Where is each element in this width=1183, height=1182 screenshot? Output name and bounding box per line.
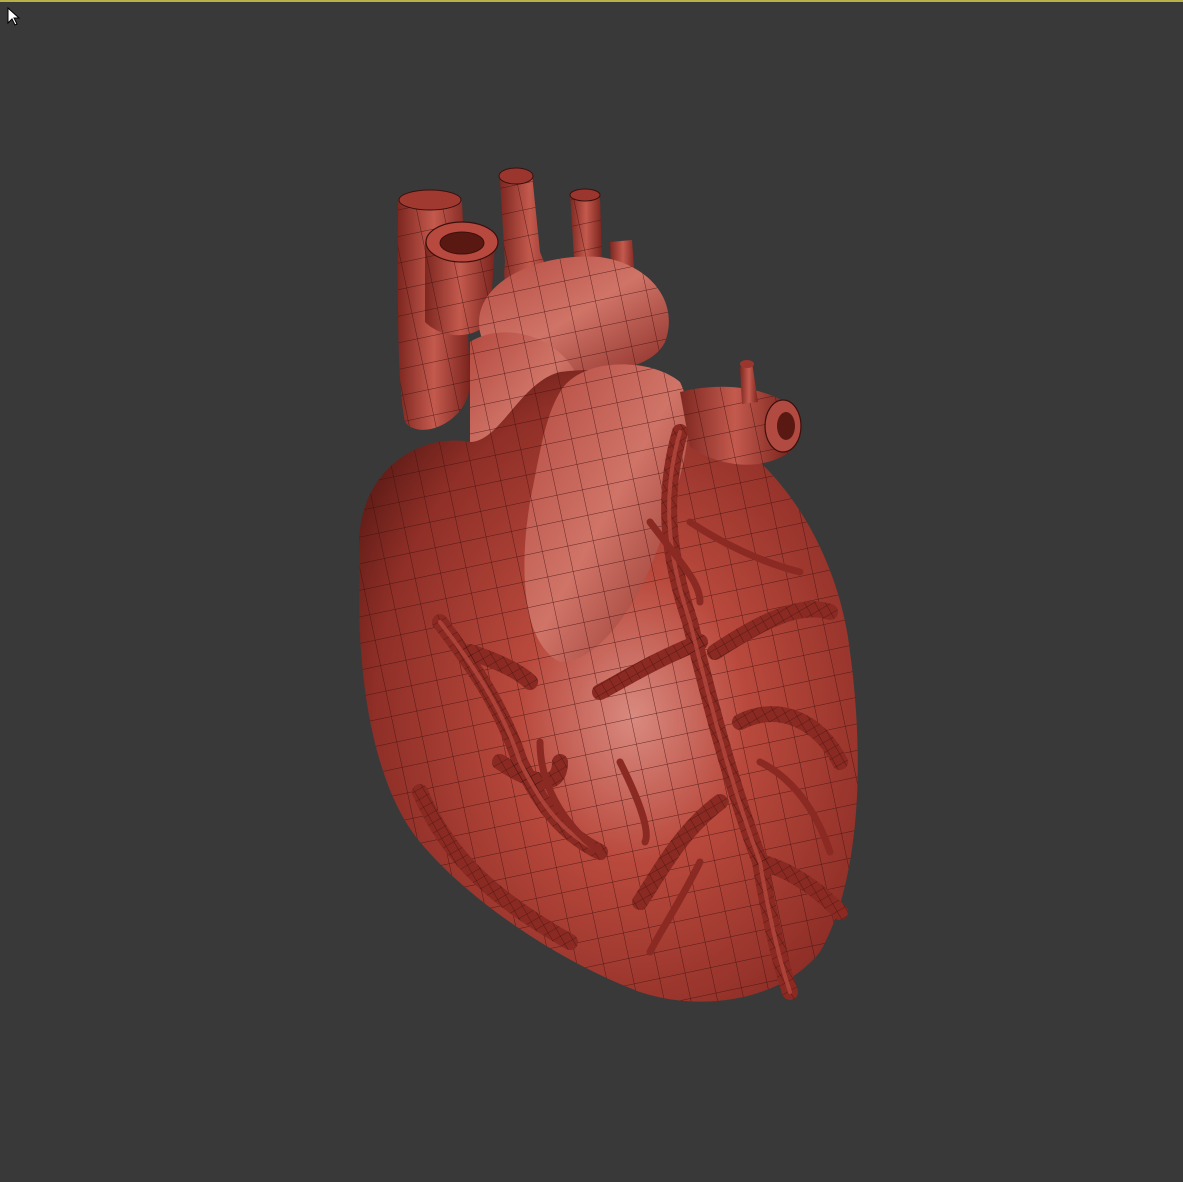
3d-viewport[interactable] (0, 0, 1183, 1180)
heart-model[interactable] (0, 2, 1183, 1182)
pulmonary-vein (680, 360, 802, 465)
arrow-pointer-icon (7, 7, 21, 26)
